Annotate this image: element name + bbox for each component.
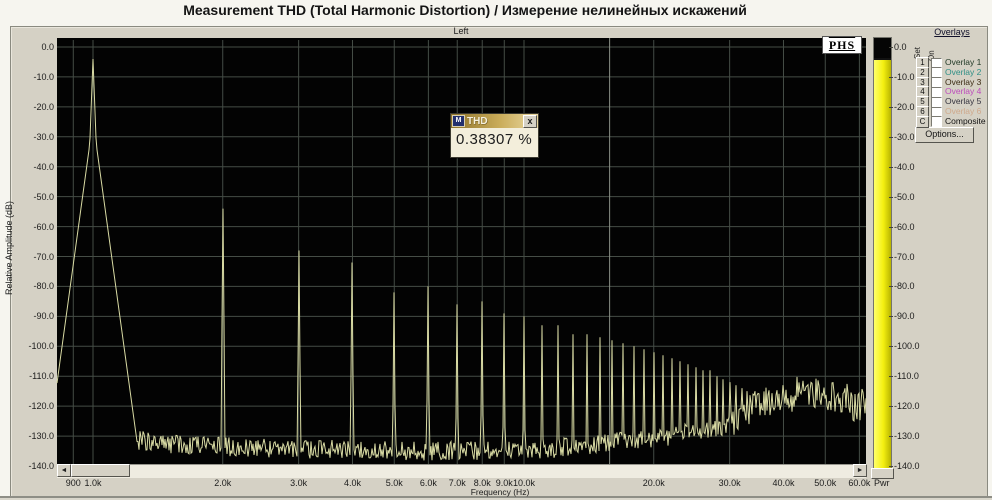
meter-tick-dash bbox=[889, 47, 893, 48]
x-tick-label: 4.0k bbox=[343, 478, 361, 488]
x-tick-label: 20.0k bbox=[642, 478, 665, 488]
y-tick-label: -100.0 bbox=[28, 341, 54, 352]
meter-tick-dash bbox=[889, 166, 893, 168]
x-tick-label: 50.0k bbox=[814, 478, 837, 488]
y-tick-label: -110.0 bbox=[29, 371, 54, 382]
thd-window[interactable]: M THD x 0.38307 % bbox=[450, 113, 539, 158]
x-tick-label: 30.0k bbox=[718, 478, 741, 488]
meter-tick-dash bbox=[889, 466, 893, 467]
page-title: Measurement THD (Total Harmonic Distorti… bbox=[183, 2, 747, 18]
overlays-panel-title: Overlays bbox=[934, 27, 970, 37]
meter-tick-label: -80.0 bbox=[894, 281, 915, 292]
y-tick-label: -10.0 bbox=[33, 71, 54, 82]
meter-tick-label: -130.0 bbox=[894, 431, 920, 442]
close-icon[interactable]: x bbox=[523, 114, 537, 128]
phs-logo: PHS bbox=[822, 36, 862, 54]
meter-tick-dash bbox=[889, 376, 893, 378]
thd-window-icon[interactable]: M bbox=[452, 115, 465, 127]
meter-tick-dash bbox=[889, 196, 893, 198]
meter-tick-dash bbox=[889, 76, 893, 78]
y-tick-label: -50.0 bbox=[33, 191, 54, 202]
pwr-label: Pwr bbox=[874, 478, 890, 488]
x-tick-label: 40.0k bbox=[772, 478, 795, 488]
y-tick-label: -60.0 bbox=[33, 221, 54, 232]
x-tick-label: 3.0k bbox=[290, 478, 308, 488]
overlay-set-button-C[interactable]: C bbox=[916, 115, 929, 128]
meter-tick-dash bbox=[889, 136, 893, 138]
plot-area[interactable] bbox=[57, 38, 866, 466]
y-tick-label: -80.0 bbox=[33, 281, 54, 292]
meter-headroom-segment bbox=[874, 38, 891, 59]
meter-tick-label: -30.0 bbox=[894, 131, 915, 142]
meter-tick-label: -90.0 bbox=[894, 311, 915, 322]
scroll-right-icon[interactable]: ► bbox=[853, 464, 867, 477]
meter-tick-dash bbox=[889, 346, 893, 348]
meter-tick-label: -70.0 bbox=[894, 251, 915, 262]
y-tick-label: -140.0 bbox=[28, 461, 54, 471]
meter-tick-dash bbox=[889, 256, 893, 258]
overlay-label-2: Overlay 2 bbox=[945, 66, 982, 77]
thd-window-title: THD bbox=[467, 115, 488, 127]
meter-tick-dash bbox=[889, 106, 893, 108]
y-tick-label: -90.0 bbox=[33, 311, 54, 322]
y-tick-label: 0.0 bbox=[41, 42, 54, 52]
overlay-label-3: Overlay 3 bbox=[945, 76, 982, 87]
meter-tick-dash bbox=[889, 316, 893, 318]
y-tick-label: -40.0 bbox=[33, 161, 54, 172]
overlay-label-5: Overlay 5 bbox=[945, 96, 982, 107]
meter-tick-dash bbox=[889, 436, 893, 438]
y-tick-label: -20.0 bbox=[33, 101, 54, 112]
power-level-meter bbox=[873, 37, 892, 469]
x-tick-label: 10.0k bbox=[512, 478, 536, 488]
x-tick-label: 1.0k bbox=[84, 478, 102, 488]
scroll-left-icon[interactable]: ◄ bbox=[57, 464, 71, 477]
meter-tick-dash bbox=[889, 406, 893, 408]
y-tick-label: -130.0 bbox=[28, 431, 54, 442]
horizontal-scrollbar[interactable] bbox=[57, 464, 866, 478]
thd-value: 0.38307 % bbox=[456, 131, 533, 148]
x-tick-label: 5.0k bbox=[385, 478, 403, 488]
meter-tick-label: -120.0 bbox=[894, 401, 920, 412]
thd-window-titlebar[interactable]: M THD x bbox=[451, 114, 538, 128]
overlay-on-checkbox-C[interactable] bbox=[931, 116, 942, 128]
overlay-label-6: Overlay 6 bbox=[945, 106, 982, 116]
y-axis-title: Relative Amplitude (dB) bbox=[4, 200, 14, 296]
phs-logo-text: PHS bbox=[828, 37, 856, 52]
y-tick-label: -70.0 bbox=[33, 251, 54, 262]
meter-tick-label: -140.0 bbox=[894, 461, 920, 471]
meter-tick-label: 0.0 bbox=[894, 42, 907, 52]
overlay-label-1: Overlay 1 bbox=[945, 57, 982, 67]
y-tick-label: -120.0 bbox=[28, 401, 54, 412]
y-tick-label: -30.0 bbox=[33, 131, 54, 142]
meter-tick-dash bbox=[889, 226, 893, 228]
x-tick-label: 2.0k bbox=[214, 478, 232, 488]
meter-tick-label: -40.0 bbox=[894, 161, 915, 172]
channel-label: Left bbox=[453, 26, 469, 36]
scrollbar-thumb[interactable] bbox=[71, 464, 130, 477]
meter-tick-label: -60.0 bbox=[894, 221, 915, 232]
meter-tick-label: -50.0 bbox=[894, 191, 915, 202]
overlay-label-4: Overlay 4 bbox=[945, 86, 982, 97]
meter-tick-label: -110.0 bbox=[894, 371, 919, 382]
x-tick-label: 60.0k bbox=[848, 478, 871, 488]
meter-tick-dash bbox=[889, 286, 893, 288]
x-axis-title: Frequency (Hz) bbox=[470, 487, 530, 497]
meter-tick-label: -100.0 bbox=[894, 341, 920, 352]
overlay-label-C: Composite bbox=[945, 115, 986, 126]
